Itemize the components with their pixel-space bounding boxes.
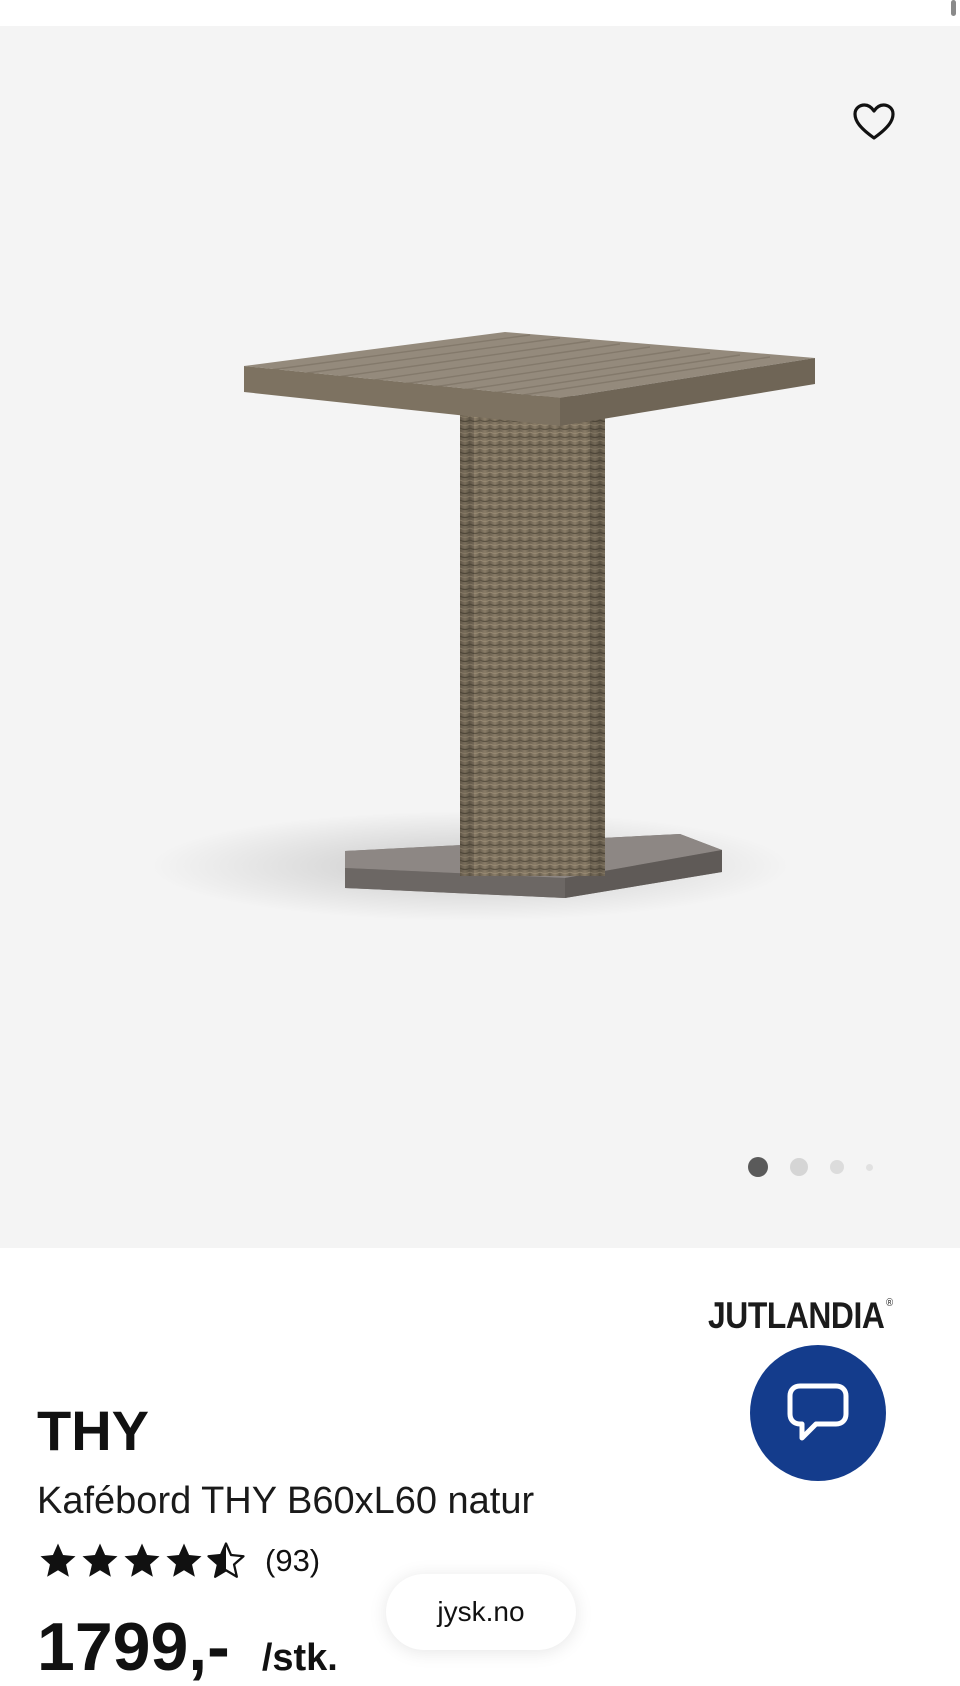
gallery-pagination <box>748 1155 873 1179</box>
brand-logo: JUTLANDIA ® <box>708 1295 893 1337</box>
browser-url-pill[interactable]: jysk.no <box>386 1574 576 1650</box>
gallery-dot-1[interactable] <box>748 1157 768 1177</box>
gallery-dot-2[interactable] <box>790 1158 808 1176</box>
rating-stars <box>37 1540 247 1582</box>
brand-logo-text: JUTLANDIA <box>708 1295 885 1336</box>
star-full-icon <box>40 1543 76 1577</box>
gallery-dot-3[interactable] <box>830 1160 844 1174</box>
favorite-button[interactable] <box>848 96 900 148</box>
registered-mark: ® <box>886 1297 893 1309</box>
star-full-icon <box>82 1543 118 1577</box>
speech-bubble-icon <box>787 1383 849 1441</box>
product-image <box>150 332 815 921</box>
product-rating[interactable]: (93) <box>37 1540 320 1582</box>
price-unit: /stk. <box>261 1637 338 1679</box>
product-brand: THY <box>37 1399 149 1462</box>
product-image-gallery[interactable] <box>0 26 960 1248</box>
star-full-icon <box>124 1543 160 1577</box>
product-title: Kafébord THY B60xL60 natur <box>37 1480 535 1522</box>
price: 1799,- /stk. <box>37 1608 338 1686</box>
chat-button[interactable] <box>750 1345 886 1481</box>
product-info: JUTLANDIA ® THY Kafébord THY B60xL60 natu… <box>0 1248 960 1685</box>
gallery-dot-4[interactable] <box>866 1163 873 1171</box>
scrollbar-thumb[interactable] <box>951 0 956 16</box>
price-value: 1799,- <box>37 1609 230 1685</box>
star-full-icon <box>166 1543 202 1577</box>
star-half-icon <box>207 1542 245 1578</box>
top-strip <box>0 0 960 26</box>
review-count: (93) <box>265 1543 321 1578</box>
heart-outline-icon <box>853 103 895 140</box>
